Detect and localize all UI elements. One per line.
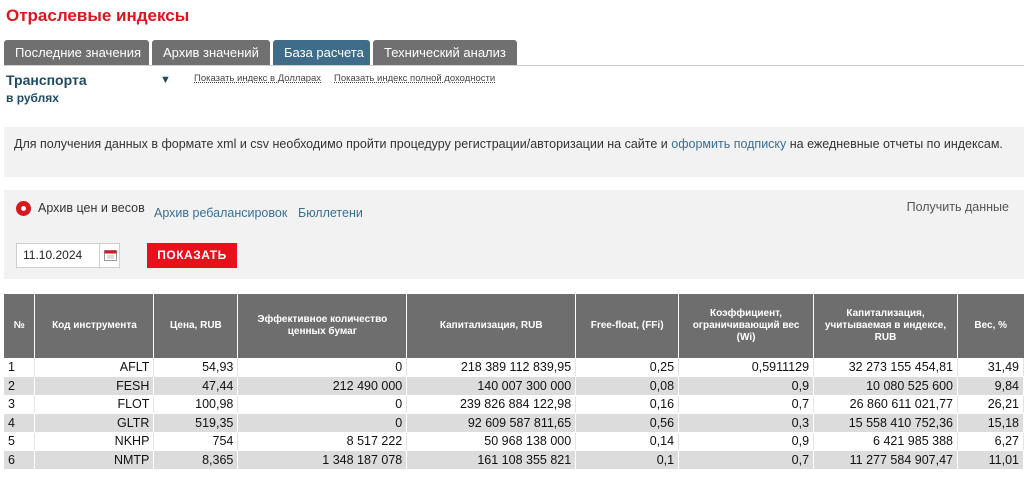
cell-ticker: NMTP bbox=[34, 450, 155, 470]
tab-calculation-base[interactable]: База расчета bbox=[273, 40, 370, 66]
date-input[interactable]: 11.10.2024 bbox=[16, 243, 120, 268]
table-row: 6 NMTP 8,365 1 348 187 078 161 108 355 8… bbox=[4, 450, 1024, 470]
cell-index-cap: 6 421 985 388 bbox=[813, 432, 958, 451]
cell-capitalization: 218 389 112 839,95 bbox=[406, 358, 577, 377]
get-data-link[interactable]: Получить данные bbox=[907, 200, 1009, 214]
cell-weight-coef: 0,9 bbox=[678, 376, 815, 396]
index-subtitle: в рублях bbox=[6, 91, 59, 105]
show-button[interactable]: ПОКАЗАТЬ bbox=[147, 243, 237, 268]
cell-free-float: 0,56 bbox=[575, 413, 680, 433]
cell-weight: 11,01 bbox=[957, 450, 1024, 470]
cell-weight: 9,84 bbox=[957, 376, 1024, 396]
cell-index-cap: 32 273 155 454,81 bbox=[813, 358, 958, 377]
cell-weight: 15,18 bbox=[957, 413, 1024, 433]
cell-number: 3 bbox=[4, 395, 36, 414]
col-number-header[interactable]: № bbox=[4, 294, 36, 358]
cell-ticker: FESH bbox=[34, 376, 155, 396]
archive-radio-label[interactable]: Архив цен и весов bbox=[38, 201, 145, 215]
cell-weight: 26,21 bbox=[957, 395, 1024, 414]
cell-capitalization: 161 108 355 821 bbox=[406, 450, 577, 470]
cell-capitalization: 50 968 138 000 bbox=[406, 432, 577, 451]
table-row: 4 GLTR 519,35 0 92 609 587 811,65 0,56 0… bbox=[4, 413, 1024, 433]
cell-index-cap: 26 860 611 021,77 bbox=[813, 395, 958, 414]
cell-number: 6 bbox=[4, 450, 36, 470]
cell-shares: 0 bbox=[237, 395, 408, 414]
col-weight-header[interactable]: Вес, % bbox=[957, 294, 1024, 358]
cell-ticker: FLOT bbox=[34, 395, 155, 414]
archive-radio[interactable] bbox=[16, 201, 31, 216]
cell-price: 100,98 bbox=[153, 395, 239, 414]
cell-price: 754 bbox=[153, 432, 239, 451]
cell-free-float: 0,16 bbox=[575, 395, 680, 414]
tab-divider bbox=[4, 65, 1024, 66]
cell-price: 47,44 bbox=[153, 376, 239, 396]
col-weight-coef-header[interactable]: Коэффициент, ограничивающий вес (Wi) bbox=[678, 294, 815, 358]
cell-capitalization: 92 609 587 811,65 bbox=[406, 413, 577, 433]
cell-index-cap: 11 277 584 907,47 bbox=[813, 450, 958, 470]
table-row: 2 FESH 47,44 212 490 000 140 007 300 000… bbox=[4, 376, 1024, 396]
cell-shares: 1 348 187 078 bbox=[237, 450, 408, 470]
notice-text-end: на ежедневные отчеты по индексам. bbox=[786, 137, 1003, 151]
cell-price: 519,35 bbox=[153, 413, 239, 433]
tab-technical-analysis[interactable]: Технический анализ bbox=[373, 40, 517, 66]
tab-values-archive[interactable]: Архив значений bbox=[152, 40, 270, 66]
cell-price: 54,93 bbox=[153, 358, 239, 377]
cell-index-cap: 10 080 525 600 bbox=[813, 376, 958, 396]
cell-free-float: 0,08 bbox=[575, 376, 680, 396]
show-usd-link[interactable]: Показать индекс в Долларах bbox=[194, 73, 321, 84]
notice-box: Для получения данных в формате xml и csv… bbox=[4, 127, 1024, 177]
cell-free-float: 0,25 bbox=[575, 358, 680, 377]
tab-bar: Последние значения Архив значений База р… bbox=[4, 40, 517, 66]
notice-text-start: Для получения данных в формате xml и csv… bbox=[14, 137, 672, 151]
cell-weight: 31,49 bbox=[957, 358, 1024, 377]
cell-free-float: 0,1 bbox=[575, 450, 680, 470]
bulletins-link[interactable]: Бюллетени bbox=[298, 206, 363, 220]
date-value: 11.10.2024 bbox=[23, 248, 83, 262]
col-shares-header[interactable]: Эффективное количество ценных бумаг bbox=[237, 294, 408, 358]
cell-weight-coef: 0,5911129 bbox=[678, 358, 815, 377]
cell-number: 2 bbox=[4, 376, 36, 396]
table-row: 5 NKHP 754 8 517 222 50 968 138 000 0,14… bbox=[4, 432, 1024, 451]
cell-weight-coef: 0,7 bbox=[678, 395, 815, 414]
archive-panel: Архив цен и весов Архив ребалансировок Б… bbox=[4, 190, 1024, 279]
cell-weight-coef: 0,9 bbox=[678, 432, 815, 451]
page-title: Отраслевые индексы bbox=[6, 6, 190, 25]
table-row: 3 FLOT 100,98 0 239 826 884 122,98 0,16 … bbox=[4, 395, 1024, 414]
chevron-down-icon[interactable]: ▼ bbox=[160, 74, 171, 86]
cell-ticker: NKHP bbox=[34, 432, 155, 451]
calendar-icon[interactable] bbox=[99, 244, 120, 267]
index-composition-table: № Код инструмента Цена, RUB Эффективное … bbox=[4, 294, 1024, 470]
col-price-header[interactable]: Цена, RUB bbox=[153, 294, 239, 358]
cell-weight: 6,27 bbox=[957, 432, 1024, 451]
cell-capitalization: 140 007 300 000 bbox=[406, 376, 577, 396]
show-total-return-link[interactable]: Показать индекс полной доходности bbox=[334, 73, 495, 84]
table-row: 1 AFLT 54,93 0 218 389 112 839,95 0,25 0… bbox=[4, 358, 1024, 377]
cell-capitalization: 239 826 884 122,98 bbox=[406, 395, 577, 414]
cell-weight-coef: 0,7 bbox=[678, 450, 815, 470]
col-ticker-header[interactable]: Код инструмента bbox=[34, 294, 155, 358]
tab-latest-values[interactable]: Последние значения bbox=[4, 40, 149, 66]
table-header-row: № Код инструмента Цена, RUB Эффективное … bbox=[4, 294, 1024, 358]
cell-ticker: GLTR bbox=[34, 413, 155, 433]
rebalance-archive-link[interactable]: Архив ребалансировок bbox=[154, 206, 287, 220]
index-name: Транспорта bbox=[6, 72, 87, 88]
cell-shares: 8 517 222 bbox=[237, 432, 408, 451]
cell-shares: 0 bbox=[237, 358, 408, 377]
cell-free-float: 0,14 bbox=[575, 432, 680, 451]
cell-price: 8,365 bbox=[153, 450, 239, 470]
subscription-link[interactable]: оформить подписку bbox=[671, 137, 786, 151]
col-index-cap-header[interactable]: Капитализация, учитываемая в индексе, RU… bbox=[813, 294, 958, 358]
cell-ticker: AFLT bbox=[34, 358, 155, 377]
cell-shares: 0 bbox=[237, 413, 408, 433]
cell-shares: 212 490 000 bbox=[237, 376, 408, 396]
cell-number: 4 bbox=[4, 413, 36, 433]
index-selector[interactable]: Транспорта в рублях ▼ bbox=[6, 72, 171, 106]
cell-number: 1 bbox=[4, 358, 36, 377]
cell-weight-coef: 0,3 bbox=[678, 413, 815, 433]
cell-index-cap: 15 558 410 752,36 bbox=[813, 413, 958, 433]
cell-number: 5 bbox=[4, 432, 36, 451]
col-capitalization-header[interactable]: Капитализация, RUB bbox=[406, 294, 577, 358]
col-free-float-header[interactable]: Free-float, (FFi) bbox=[575, 294, 680, 358]
